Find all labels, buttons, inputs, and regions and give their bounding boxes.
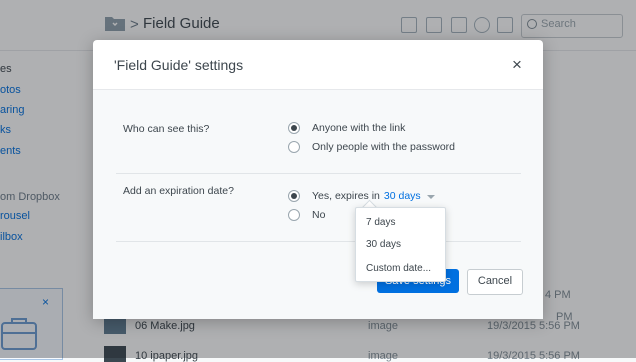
cancel-button[interactable]: Cancel: [467, 269, 523, 295]
option-label: Anyone with the link: [312, 122, 406, 134]
expiration-question: Add an expiration date?: [123, 185, 234, 197]
duration-select[interactable]: 30 days: [384, 190, 421, 202]
option-anyone-with-link[interactable]: Anyone with the link: [288, 122, 405, 134]
option-password-only[interactable]: Only people with the password: [288, 141, 455, 153]
dropdown-option-30-days[interactable]: 30 days: [366, 239, 401, 250]
section-divider: [116, 173, 521, 174]
option-expires-yes[interactable]: Yes, expires in 30 days: [288, 190, 435, 202]
section-divider: [116, 241, 521, 242]
dropdown-option-custom[interactable]: Custom date...: [366, 263, 431, 274]
duration-dropdown: 7 days 30 days Custom date...: [355, 207, 446, 282]
radio-expires-no[interactable]: [288, 209, 300, 221]
dialog-header: 'Field Guide' settings ×: [93, 40, 543, 90]
option-expires-no[interactable]: No: [288, 209, 325, 221]
radio-anyone[interactable]: [288, 122, 300, 134]
radio-password[interactable]: [288, 141, 300, 153]
dialog-title: 'Field Guide' settings: [114, 57, 244, 73]
radio-expires-yes[interactable]: [288, 190, 300, 202]
option-label: No: [312, 209, 326, 221]
dropdown-option-7-days[interactable]: 7 days: [366, 217, 395, 228]
option-label: Only people with the password: [312, 141, 455, 153]
close-icon[interactable]: ×: [507, 55, 527, 75]
visibility-question: Who can see this?: [123, 123, 210, 135]
chevron-down-icon[interactable]: [426, 195, 435, 199]
settings-dialog: 'Field Guide' settings × Who can see thi…: [93, 40, 543, 319]
